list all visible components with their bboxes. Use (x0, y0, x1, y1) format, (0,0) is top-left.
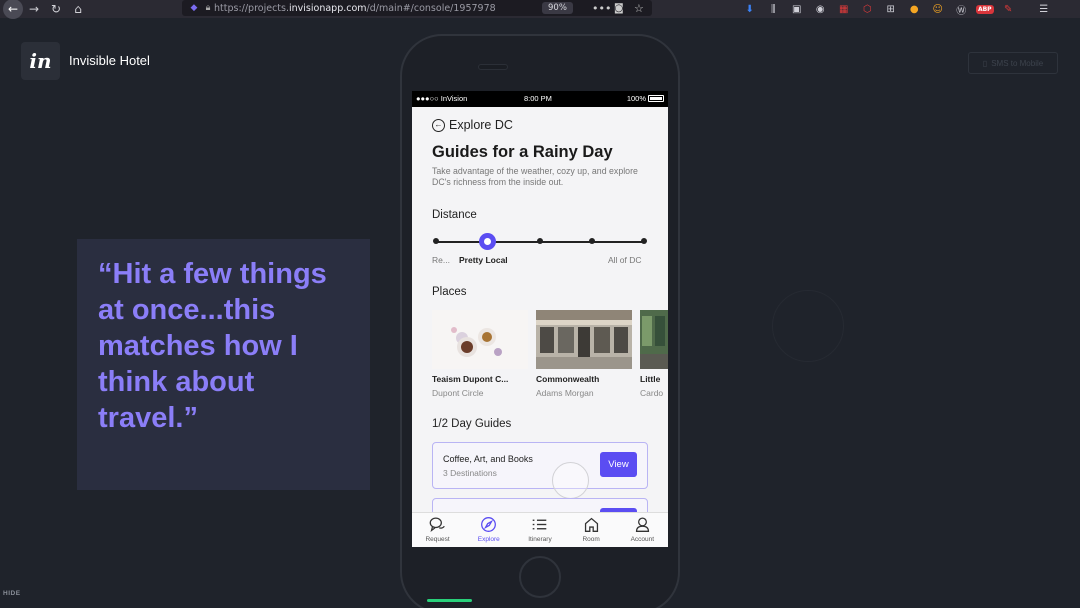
distance-step-dot[interactable] (641, 238, 647, 244)
extension-wordpress-icon[interactable]: Ⓦ (950, 0, 974, 18)
tab-label: Request (425, 536, 450, 543)
place-area: Cardo (640, 388, 664, 398)
view-button[interactable]: View (600, 452, 637, 477)
sidebar-icon[interactable]: ▣ (785, 0, 809, 18)
download-icon[interactable]: ⬇ (738, 0, 762, 18)
page-actions-icon[interactable]: ••• (592, 2, 611, 15)
url-text[interactable]: https://projects.invisionapp.com/d/main#… (214, 3, 514, 14)
tracking-shield-icon[interactable]: ◆ (186, 3, 202, 13)
tab-label: Itinerary (528, 536, 552, 543)
place-name: Commonwealth (536, 374, 600, 384)
distance-step-dot[interactable] (537, 238, 543, 244)
place-card[interactable]: Little Cardo (640, 310, 668, 398)
sms-to-mobile-button[interactable]: ▯ SMS to Mobile (968, 52, 1058, 74)
tab-bar: Request Explore Itinerary Room Account (412, 512, 668, 547)
lock-icon[interactable]: 🔒︎ (202, 3, 214, 13)
browser-toolbar: ← → ↻ ⌂ ◆ 🔒︎ https://projects.invisionap… (0, 0, 1080, 19)
forward-arrow-icon[interactable]: → (23, 0, 45, 18)
chat-bubbles-icon (429, 517, 445, 533)
extension-face-icon[interactable]: ☺ (926, 0, 950, 18)
back-arrow-circle-icon: ← (432, 118, 445, 132)
distance-step-dot[interactable] (433, 238, 439, 244)
tab-request[interactable]: Request (412, 513, 463, 547)
battery-percent: 100% (626, 94, 646, 103)
extension-orange-icon[interactable]: ● (903, 0, 927, 18)
invision-logo[interactable]: in (21, 42, 60, 80)
battery-icon (648, 95, 664, 102)
hotspot-circle (772, 290, 844, 362)
bookmark-star-icon[interactable]: ☆ (634, 2, 644, 15)
mobile-phone-icon: ▯ (982, 58, 988, 68)
place-area: Dupont Circle (432, 388, 484, 398)
progress-indicator (427, 599, 472, 602)
page-description: Take advantage of the weather, cozy up, … (432, 166, 638, 187)
places-heading: Places (432, 286, 467, 298)
tab-label: Room (582, 536, 600, 543)
reload-icon[interactable]: ↻ (45, 0, 67, 18)
adblock-icon[interactable]: ABP (973, 0, 997, 18)
extension-pen-icon[interactable]: ✎ (997, 0, 1021, 18)
place-name: Teaism Dupont C... (432, 374, 509, 384)
distance-step-dot[interactable] (589, 238, 595, 244)
status-bar: ●●●○○ InVision 8:00 PM 100% (412, 91, 668, 107)
guide-card[interactable]: Coffee, Art, and Books 3 Destinations Vi… (432, 442, 648, 489)
place-card[interactable]: Commonwealth Adams Morgan (536, 310, 632, 398)
home-icon[interactable]: ⌂ (67, 0, 89, 18)
compass-icon (481, 517, 497, 532)
house-icon (584, 517, 598, 532)
guide-card-title: Coffee, Art, and Books (443, 454, 533, 464)
distance-slider-knob[interactable] (479, 233, 496, 250)
distance-label-selected: Pretty Local (459, 255, 508, 265)
extension-red-icon[interactable]: ▦ (832, 0, 856, 18)
account-icon[interactable]: ◉ (809, 0, 833, 18)
place-image-teacups (432, 310, 528, 369)
tab-label: Account (630, 536, 655, 543)
tab-explore[interactable]: Explore (463, 513, 514, 547)
page-title: Guides for a Rainy Day (432, 143, 613, 161)
phone-screen: ●●●○○ InVision 8:00 PM 100% ← Explore DC… (412, 91, 668, 547)
distance-label-min: Re... (432, 255, 450, 265)
place-card[interactable]: Teaism Dupont C... Dupont Circle (432, 310, 528, 398)
tap-indicator (552, 462, 589, 499)
place-name: Little (640, 374, 661, 384)
back-arrow-icon[interactable]: ← (3, 0, 23, 19)
extension-shield-icon[interactable]: ⬡ (856, 0, 880, 18)
half-day-guides-heading: 1/2 Day Guides (432, 418, 512, 430)
project-title: Invisible Hotel (69, 53, 150, 68)
person-icon (635, 517, 649, 532)
tab-label: Explore (477, 536, 500, 543)
quote-text: “Hit a few things at once...this matches… (98, 258, 327, 434)
phone-home-button[interactable] (519, 556, 561, 598)
distance-heading: Distance (432, 209, 477, 221)
status-time: 8:00 PM (524, 94, 552, 103)
carrier: ●●●○○ InVision (416, 94, 468, 103)
quote-card: “Hit a few things at once...this matches… (77, 239, 370, 490)
list-icon (533, 519, 547, 530)
extension-grid-icon[interactable]: ⊞ (879, 0, 903, 18)
guide-card-subtitle: 3 Destinations (443, 468, 497, 478)
place-image-storefront (536, 310, 632, 369)
pocket-icon[interactable]: ◙ (614, 3, 624, 14)
place-area: Adams Morgan (536, 388, 594, 398)
back-label: Explore DC (449, 118, 513, 132)
url-bar[interactable]: ◆ 🔒︎ https://projects.invisionapp.com/d/… (182, 0, 652, 16)
tab-itinerary[interactable]: Itinerary (514, 513, 565, 547)
menu-icon[interactable]: ☰ (1032, 0, 1056, 18)
zoom-level[interactable]: 90% (542, 2, 573, 14)
library-icon[interactable]: ⫼ (762, 0, 786, 18)
hide-toggle[interactable]: HIDE (3, 590, 21, 597)
distance-label-max: All of DC (608, 255, 642, 265)
tab-account[interactable]: Account (617, 513, 668, 547)
back-link[interactable]: ← Explore DC (432, 118, 513, 132)
phone-speaker (478, 64, 508, 70)
place-image-garden (640, 310, 668, 369)
tab-room[interactable]: Room (566, 513, 617, 547)
toolbar-extensions: ⬇ ⫼ ▣ ◉ ▦ ⬡ ⊞ ● ☺ Ⓦ ABP ✎ ☰ (738, 0, 1056, 18)
